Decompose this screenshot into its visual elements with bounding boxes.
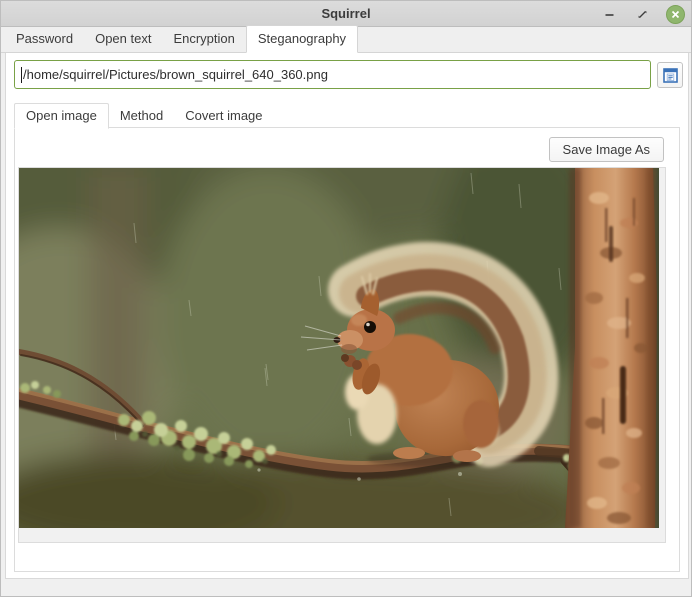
steganography-page: /home/squirrel/Pictures/brown_squirrel_6… — [5, 53, 689, 579]
tab-open-text[interactable]: Open text — [84, 26, 162, 52]
tab-steganography[interactable]: Steganography — [245, 25, 359, 53]
minimize-icon[interactable] — [600, 5, 619, 24]
file-preview-icon — [662, 67, 678, 83]
text-caret — [21, 66, 22, 83]
tab-covert-image[interactable]: Covert image — [174, 104, 273, 128]
squirrel-photo — [19, 168, 659, 528]
window-title: Squirrel — [321, 6, 371, 21]
tab-open-image[interactable]: Open image — [14, 103, 109, 129]
open-image-panel: Save Image As — [14, 127, 680, 572]
image-viewport — [18, 167, 666, 543]
titlebar: Squirrel — [1, 1, 691, 27]
save-image-as-button[interactable]: Save Image As — [548, 137, 664, 162]
main-tab-bar: Password Open text Encryption Steganogra… — [1, 25, 691, 53]
tab-method[interactable]: Method — [109, 104, 174, 128]
browse-file-button[interactable] — [657, 62, 683, 88]
file-path-input[interactable]: /home/squirrel/Pictures/brown_squirrel_6… — [14, 60, 651, 89]
restore-icon[interactable] — [633, 5, 652, 24]
tab-password[interactable]: Password — [5, 26, 84, 52]
file-path-value: /home/squirrel/Pictures/brown_squirrel_6… — [23, 67, 328, 82]
pine-trunk — [565, 168, 657, 528]
close-icon[interactable] — [666, 4, 685, 24]
app-window: Squirrel Password Open text Encryption S… — [0, 0, 692, 597]
tab-encryption[interactable]: Encryption — [162, 26, 245, 52]
window-controls — [600, 1, 685, 27]
image-tab-bar: Open image Method Covert image — [14, 103, 274, 129]
